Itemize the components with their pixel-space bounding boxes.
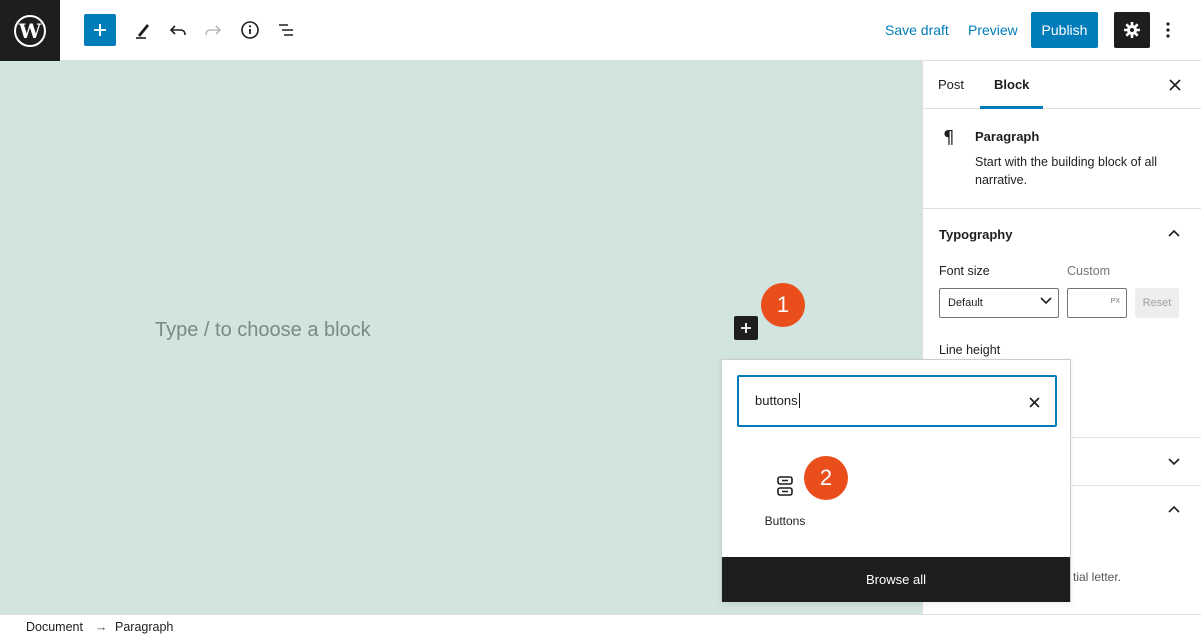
wordpress-logo-button[interactable]: W — [0, 0, 60, 61]
breadcrumb: Document → Paragraph — [0, 614, 1201, 638]
search-value: buttons — [755, 393, 800, 408]
drop-cap-hint: tial letter. — [1073, 570, 1122, 584]
breadcrumb-separator: → — [95, 620, 108, 634]
close-sidebar-button[interactable] — [1165, 74, 1185, 96]
tab-block[interactable]: Block — [994, 77, 1029, 92]
custom-size-input[interactable]: PX — [1067, 288, 1127, 318]
block-description: Start with the building block of all nar… — [975, 155, 1158, 187]
gear-icon — [1124, 22, 1140, 38]
redo-button[interactable] — [197, 14, 229, 46]
more-options-button[interactable] — [1158, 14, 1178, 46]
undo-button[interactable] — [162, 14, 194, 46]
block-placeholder[interactable]: Type / to choose a block — [155, 319, 371, 342]
pencil-icon — [136, 24, 149, 39]
block-search-input[interactable]: buttons — [737, 375, 1057, 427]
breadcrumb-document[interactable]: Document — [26, 620, 83, 634]
clear-search-button[interactable] — [1023, 391, 1045, 413]
chevron-up-icon[interactable] — [1167, 502, 1181, 516]
block-card: ¶ Paragraph Start with the building bloc… — [923, 109, 1201, 209]
plus-icon — [94, 24, 106, 36]
chevron-down-icon — [1040, 297, 1052, 305]
step-badge-2: 2 — [804, 456, 848, 500]
text-caret — [798, 393, 800, 408]
font-size-label: Font size — [939, 264, 990, 278]
buttons-block-icon — [777, 476, 793, 496]
top-toolbar: W Save draft Preview Publish — [0, 0, 1201, 61]
plus-icon — [741, 323, 751, 333]
chevron-down-icon[interactable] — [1167, 455, 1181, 469]
close-icon — [1028, 396, 1040, 408]
info-icon — [241, 21, 259, 39]
font-size-select[interactable]: Default — [939, 288, 1059, 318]
preview-button[interactable]: Preview — [968, 22, 1018, 38]
save-draft-button[interactable]: Save draft — [885, 22, 949, 38]
add-block-button[interactable] — [84, 14, 116, 46]
line-height-label: Line height — [939, 343, 1001, 357]
result-label: Buttons — [764, 514, 806, 528]
list-view-button[interactable] — [270, 14, 302, 46]
close-icon — [1169, 79, 1181, 91]
browse-all-button[interactable]: Browse all — [722, 557, 1070, 602]
wordpress-logo-icon: W — [14, 14, 46, 47]
undo-icon — [169, 25, 186, 35]
details-button[interactable] — [234, 14, 266, 46]
tools-button[interactable] — [127, 14, 159, 46]
typography-panel-title[interactable]: Typography — [939, 227, 1012, 242]
tab-post[interactable]: Post — [938, 77, 964, 92]
vertical-ellipsis-icon — [1166, 22, 1170, 38]
inline-add-block-button[interactable] — [734, 316, 758, 340]
breadcrumb-paragraph[interactable]: Paragraph — [115, 620, 173, 634]
paragraph-icon: ¶ — [943, 127, 955, 148]
unit-label: PX — [1110, 298, 1120, 305]
block-inserter-popover: buttons Buttons 2 Browse all — [721, 359, 1071, 602]
font-size-select-value: Default — [948, 297, 983, 309]
list-view-icon — [279, 24, 293, 36]
reset-button[interactable]: Reset — [1135, 288, 1179, 318]
sidebar-tabs: Post Block — [923, 61, 1201, 109]
custom-size-label: Custom — [1067, 264, 1111, 278]
block-title: Paragraph — [975, 129, 1040, 144]
chevron-up-icon[interactable] — [1167, 226, 1181, 240]
publish-button[interactable]: Publish — [1031, 12, 1098, 48]
redo-icon — [205, 25, 222, 35]
step-badge-1: 1 — [761, 283, 805, 327]
settings-button[interactable] — [1114, 12, 1150, 48]
